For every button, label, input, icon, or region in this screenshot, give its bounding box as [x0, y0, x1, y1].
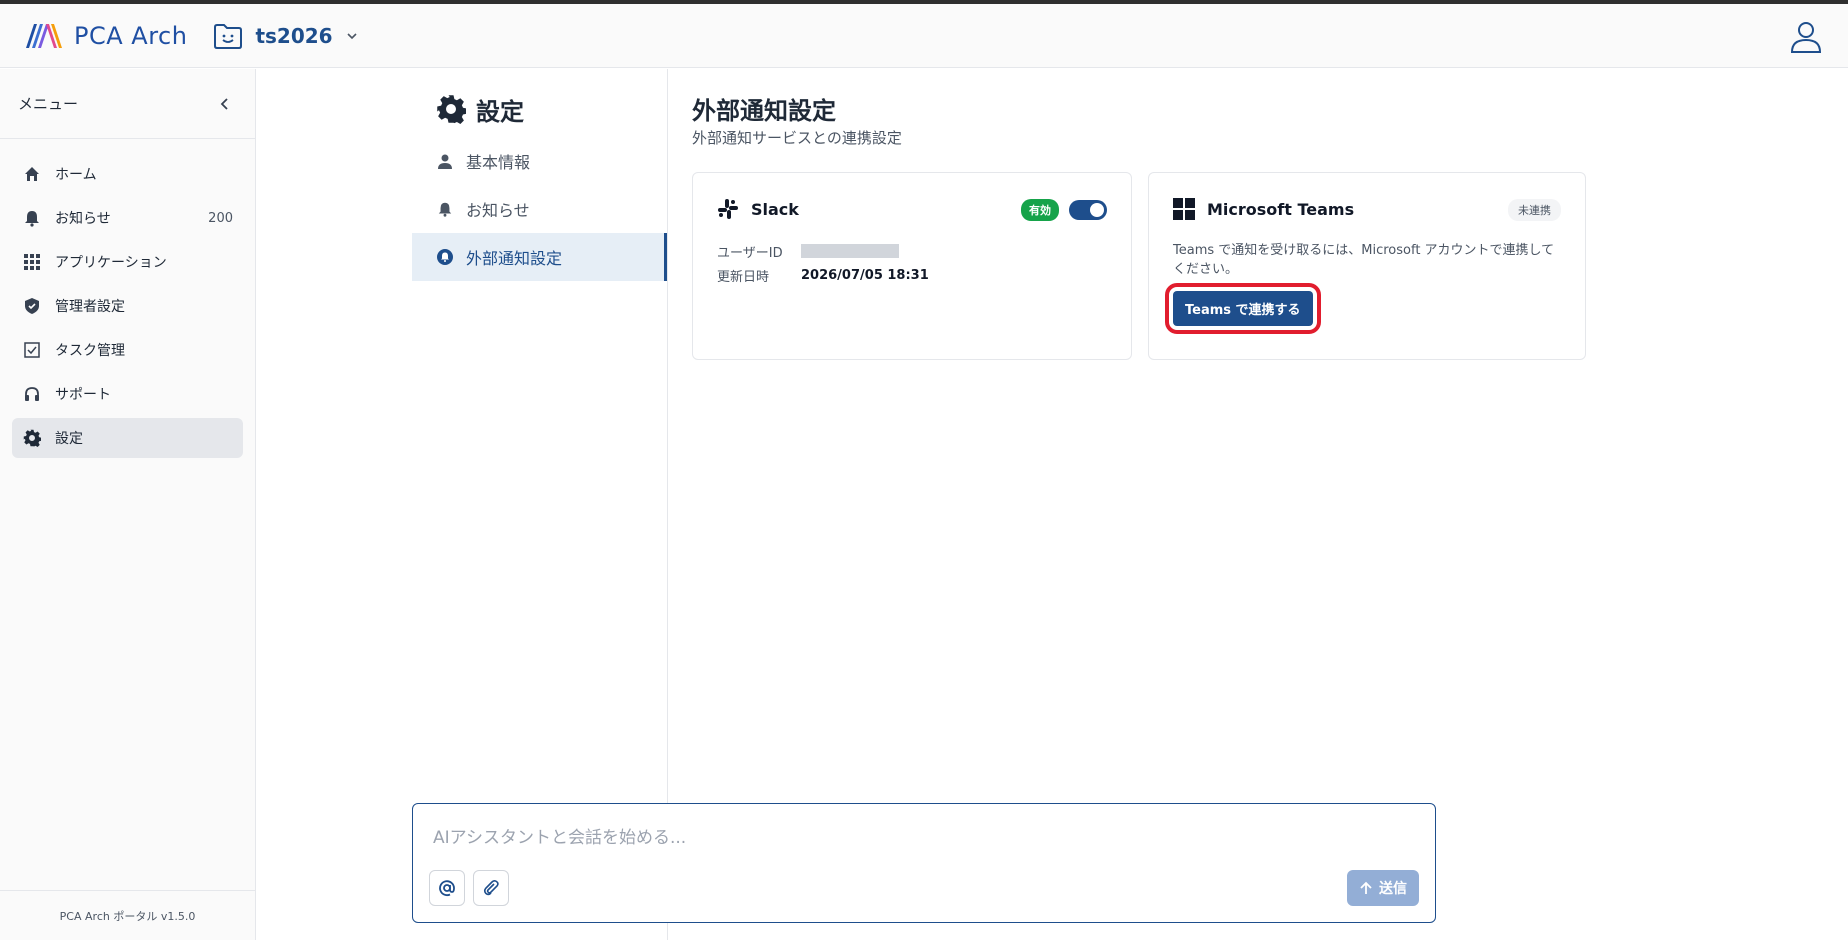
page-subtitle: 外部通知サービスとの連携設定 [692, 129, 902, 147]
sidebar-item-notifications[interactable]: お知らせ 200 [12, 198, 243, 238]
checkbox-icon [22, 340, 42, 360]
integration-cards: Slack 有効 ユーザーID 更新日時 2026/07/05 18:31 Mi… [692, 172, 1848, 360]
sidebar: メニュー ホーム お知らせ 200 アプリケーション 管理者設定 タスク管理 サ… [0, 69, 256, 940]
chevron-left-icon [220, 97, 228, 110]
home-icon [22, 164, 42, 184]
slack-card: Slack 有効 ユーザーID 更新日時 2026/07/05 18:31 [692, 172, 1132, 360]
sidebar-item-admin-settings[interactable]: 管理者設定 [12, 286, 243, 326]
app-logo[interactable]: PCA Arch [24, 20, 187, 52]
settings-tab-label: 外部通知設定 [466, 249, 563, 268]
slack-enable-toggle[interactable] [1069, 200, 1107, 220]
grid-icon [22, 252, 42, 272]
bell-circle-icon [436, 248, 454, 266]
settings-tab-label: お知らせ [466, 201, 530, 220]
arrow-up-icon [1360, 881, 1372, 894]
sidebar-item-label: 管理者設定 [55, 299, 125, 315]
main-content: 外部通知設定 外部通知サービスとの連携設定 Slack 有効 ユーザーID 更新… [692, 69, 1848, 360]
app-version: PCA Arch ポータル v1.5.0 [0, 890, 255, 940]
teams-name: Microsoft Teams [1207, 199, 1355, 219]
teams-status-badge: 未連携 [1508, 199, 1561, 221]
sidebar-item-applications[interactable]: アプリケーション [12, 242, 243, 282]
sidebar-nav: ホーム お知らせ 200 アプリケーション 管理者設定 タスク管理 サポート 設… [0, 139, 255, 458]
logo-mark-icon [26, 23, 62, 48]
app-name: PCA Arch [74, 21, 188, 50]
slack-icon [718, 199, 738, 219]
sidebar-item-label: サポート [55, 387, 111, 403]
teams-description: Teams で通知を受け取るには、Microsoft アカウントで連携してくださ… [1173, 243, 1555, 277]
sidebar-item-label: タスク管理 [55, 343, 125, 359]
settings-tab-notifications[interactable]: お知らせ [412, 185, 667, 233]
send-label: 送信 [1379, 881, 1407, 897]
updated-value: 2026/07/05 18:31 [801, 267, 929, 283]
sidebar-header: メニュー [0, 69, 255, 139]
collapse-sidebar-button[interactable] [213, 92, 237, 116]
bell-icon [436, 200, 454, 218]
sidebar-item-support[interactable]: サポート [12, 374, 243, 414]
user-id-label: ユーザーID [717, 245, 783, 261]
notification-count: 200 [208, 210, 233, 226]
slack-user-id-row: ユーザーID [717, 239, 1107, 263]
sidebar-item-settings[interactable]: 設定 [12, 418, 243, 458]
user-account-icon[interactable] [1788, 18, 1824, 54]
gear-icon [437, 95, 466, 124]
updated-label: 更新日時 [717, 269, 770, 285]
settings-tab-label: 基本情報 [466, 153, 531, 172]
settings-subnav: 基本情報 お知らせ 外部通知設定 [412, 137, 667, 281]
user-id-redacted [801, 244, 899, 258]
sidebar-item-label: 設定 [55, 431, 83, 447]
settings-tab-external-notifications[interactable]: 外部通知設定 [412, 233, 667, 281]
bell-icon [22, 208, 42, 228]
workspace-name: ts2026 [255, 23, 333, 48]
sidebar-title: メニュー [18, 95, 79, 113]
paperclip-icon [483, 880, 499, 896]
send-button[interactable]: 送信 [1347, 870, 1419, 906]
chevron-down-icon [347, 32, 357, 39]
settings-tab-basic-info[interactable]: 基本情報 [412, 137, 667, 185]
slack-details: ユーザーID 更新日時 2026/07/05 18:31 [717, 239, 1107, 287]
teams-card: Microsoft Teams 未連携 Teams で通知を受け取るには、Mic… [1148, 172, 1586, 360]
sidebar-item-label: お知らせ [55, 211, 111, 227]
workspace-selector[interactable]: ts2026 [213, 22, 358, 50]
microsoft-icon [1173, 198, 1195, 220]
sidebar-item-label: ホーム [55, 167, 97, 183]
page-title: 外部通知設定 [692, 97, 836, 125]
mention-button[interactable] [429, 870, 465, 906]
chat-input[interactable] [433, 828, 1393, 848]
slack-updated-row: 更新日時 2026/07/05 18:31 [717, 263, 1107, 287]
gear-icon [22, 428, 42, 448]
folder-smile-icon [214, 23, 243, 49]
shield-icon [22, 296, 42, 316]
slack-name: Slack [751, 199, 799, 219]
settings-header: 設定 [436, 91, 667, 127]
teams-connect-button[interactable]: Teams で連携する [1165, 283, 1321, 334]
headset-icon [22, 384, 42, 404]
settings-title: 設定 [476, 97, 524, 126]
toggle-knob [1090, 203, 1104, 217]
attach-button[interactable] [473, 870, 509, 906]
at-sign-icon [439, 880, 455, 897]
sidebar-item-task-management[interactable]: タスク管理 [12, 330, 243, 370]
sidebar-item-home[interactable]: ホーム [12, 154, 243, 194]
person-icon [436, 152, 454, 170]
app-header: PCA Arch ts2026 [0, 4, 1848, 68]
slack-status-badge: 有効 [1021, 199, 1059, 221]
sidebar-item-label: アプリケーション [55, 255, 167, 271]
teams-card-header: Microsoft Teams [1173, 197, 1561, 221]
ai-chat-composer: 送信 [412, 803, 1436, 923]
